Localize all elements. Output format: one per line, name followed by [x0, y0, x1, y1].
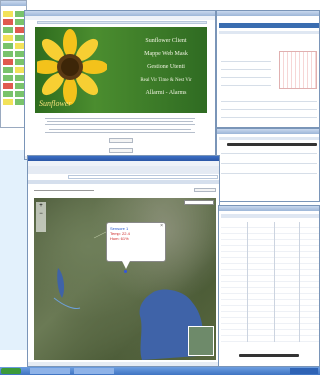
data-table	[221, 222, 319, 342]
taskbar-item-2[interactable]	[74, 368, 114, 374]
data-panel-header	[219, 23, 319, 28]
close-icon[interactable]: ×	[160, 223, 163, 229]
menu-item-2[interactable]: Mappe Web Mask	[127, 48, 205, 61]
map-filter-button[interactable]	[194, 188, 216, 192]
map-marker-icon[interactable]	[124, 270, 127, 273]
popup-pointer	[122, 261, 130, 269]
browser-toolbar	[25, 16, 215, 20]
menu-item-1[interactable]: Sunflower Client	[127, 35, 205, 48]
data-panel-chart	[279, 51, 317, 89]
popup-line-2: Hum: 61%	[110, 236, 129, 241]
data-panel-window[interactable]	[216, 10, 320, 128]
log-window[interactable]	[216, 128, 320, 202]
start-button[interactable]	[1, 368, 21, 374]
table-scrollbar[interactable]	[239, 354, 299, 357]
sunflower-menu: Sunflower Client Mappe Web Mask Gestione…	[127, 35, 205, 100]
map-type-toggle[interactable]	[184, 200, 214, 205]
log-toolbar	[219, 137, 319, 140]
log-titlebar[interactable]	[217, 129, 319, 134]
table-window[interactable]	[218, 205, 320, 367]
map-tabbar	[28, 180, 219, 184]
sunflower-browser-window[interactable]: Sunflower Sunflower Client Mappe Web Mas…	[24, 10, 216, 160]
system-tray	[290, 368, 318, 374]
login-button[interactable]	[109, 148, 133, 153]
sunflower-logo-text: Sunflower	[39, 99, 72, 108]
spreadsheet-window[interactable]	[0, 0, 27, 128]
address-bar[interactable]	[37, 21, 207, 24]
table-header-bar	[221, 214, 319, 218]
enter-button[interactable]	[109, 138, 133, 143]
desktop-background	[0, 150, 30, 350]
table-col-divider-3	[299, 222, 300, 342]
satellite-map[interactable]: + − × Sensore 1 Temp: 22.4 Hum: 61%	[34, 198, 216, 360]
map-browser-window[interactable]: + − × Sensore 1 Temp: 22.4 Hum: 61%	[27, 155, 220, 367]
spreadsheet-titlebar[interactable]	[1, 1, 26, 6]
menu-item-4[interactable]: Real Vir Time & Nest Vir	[127, 74, 205, 87]
data-panel-subheader	[219, 31, 319, 34]
menu-item-3[interactable]: Gestione Utenti	[127, 61, 205, 74]
sensor-popup[interactable]: × Sensore 1 Temp: 22.4 Hum: 61%	[106, 222, 166, 262]
zoom-minus-icon[interactable]: −	[36, 210, 46, 218]
minimap[interactable]	[188, 326, 214, 356]
zoom-control[interactable]: + −	[36, 202, 46, 232]
table-col-divider-2	[274, 222, 275, 342]
map-address-bar[interactable]	[68, 175, 218, 179]
taskbar	[0, 367, 320, 375]
log-scrollbar[interactable]	[227, 143, 317, 146]
map-toolbar	[28, 166, 219, 174]
sunflower-banner: Sunflower Sunflower Client Mappe Web Mas…	[35, 27, 207, 113]
menu-item-5[interactable]: Allarmi - Alarms	[127, 87, 205, 100]
taskbar-item-1[interactable]	[30, 368, 70, 374]
data-panel-titlebar[interactable]	[217, 11, 319, 16]
table-col-divider	[247, 222, 248, 342]
table-titlebar[interactable]	[219, 206, 319, 211]
zoom-plus-icon[interactable]: +	[36, 202, 46, 210]
